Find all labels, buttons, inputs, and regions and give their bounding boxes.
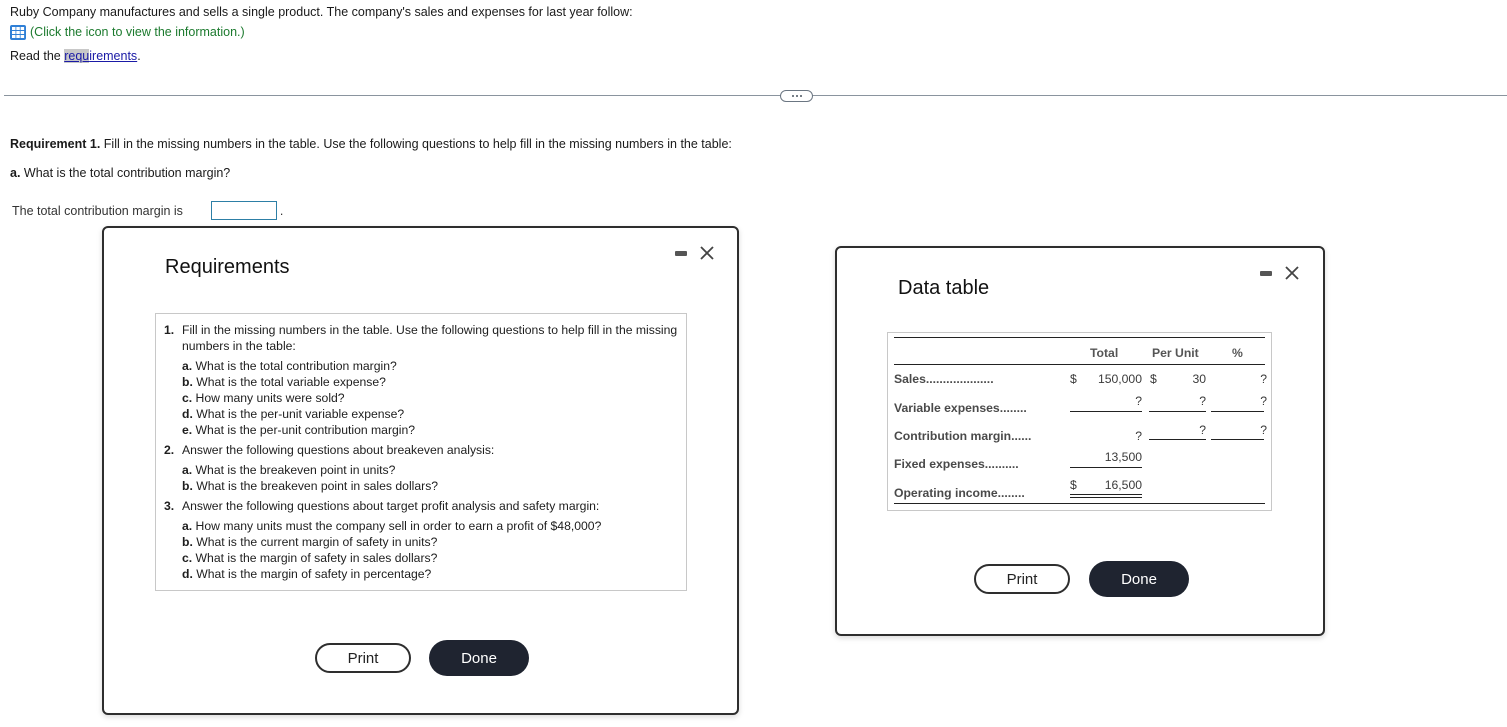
sub-question: c. What is the margin of safety in sales… xyxy=(182,551,438,565)
sales-percent: ? xyxy=(1260,372,1267,386)
double-rule xyxy=(1070,494,1142,495)
section-divider xyxy=(4,95,1507,96)
sub-question: c. How many units were sold? xyxy=(182,391,345,405)
close-icon[interactable] xyxy=(699,245,715,261)
sub-question: d. What is the margin of safety in perce… xyxy=(182,567,432,581)
contribution-margin-total: ? xyxy=(1135,429,1142,443)
data-table-print-button[interactable]: Print xyxy=(974,564,1070,594)
dollar-sign: $ xyxy=(1070,478,1077,492)
header-rule xyxy=(894,364,1265,365)
total-contribution-margin-input[interactable] xyxy=(210,201,277,220)
row-label: Operating income........ xyxy=(894,486,1025,500)
requirement-text: Answer the following questions about bre… xyxy=(182,443,495,457)
requirements-list: 1. Fill in the missing numbers in the ta… xyxy=(156,314,686,582)
sub-question: b. What is the total variable expense? xyxy=(182,375,386,389)
problem-intro: Ruby Company manufactures and sells a si… xyxy=(10,4,633,64)
sub-question: a. How many units must the company sell … xyxy=(182,519,602,533)
minimize-icon[interactable] xyxy=(1260,270,1272,276)
row-label: Variable expenses........ xyxy=(894,401,1027,415)
requirements-link-rest: irements xyxy=(89,49,138,63)
subtotal-rule xyxy=(1070,411,1142,412)
requirement-item: 3. Answer the following questions about … xyxy=(156,498,686,582)
requirement-text: Answer the following questions about tar… xyxy=(182,499,600,513)
requirement-item: 1. Fill in the missing numbers in the ta… xyxy=(156,322,686,438)
requirements-window-controls xyxy=(675,245,715,261)
requirements-link-highlight: requ xyxy=(64,49,90,63)
operating-income-total: 16,500 xyxy=(1104,478,1142,492)
table-top-rule xyxy=(894,337,1265,338)
requirement-text: Fill in the missing numbers in the table… xyxy=(182,323,678,353)
requirement-1-label: Requirement 1. xyxy=(10,137,101,151)
dollar-sign: $ xyxy=(1150,372,1157,386)
subtotal-rule xyxy=(1211,411,1264,412)
click-icon-text: (Click the icon to view the information.… xyxy=(30,25,245,39)
view-information-link[interactable]: (Click the icon to view the information.… xyxy=(10,24,633,40)
requirement-1-text: Fill in the missing numbers in the table… xyxy=(100,137,732,151)
row-label: Fixed expenses.......... xyxy=(894,457,1019,471)
sub-question: b. What is the current margin of safety … xyxy=(182,535,438,549)
double-rule xyxy=(1070,497,1142,498)
subtotal-rule xyxy=(1070,467,1142,468)
sub-question: a. What is the total contribution margin… xyxy=(182,359,397,373)
read-requirements-line: Read the requirements. xyxy=(10,48,633,64)
close-icon[interactable] xyxy=(1284,265,1300,281)
table-bottom-rule xyxy=(894,503,1265,504)
ellipsis-dot xyxy=(795,95,798,97)
ellipsis-dot xyxy=(791,95,794,97)
data-table-grid-icon[interactable] xyxy=(10,24,26,40)
problem-statement: Ruby Company manufactures and sells a si… xyxy=(10,5,633,19)
requirement-number: 1. xyxy=(164,323,175,337)
requirement-number: 2. xyxy=(164,443,175,457)
income-statement-table: Total Per Unit % Sales..................… xyxy=(887,332,1272,511)
requirements-link[interactable]: requirements xyxy=(64,49,137,63)
data-table-modal: Data table Total Per Unit % Sales.......… xyxy=(835,246,1325,636)
question-a-letter: a. xyxy=(10,166,21,180)
requirements-modal: Requirements 1. Fill in the missing numb… xyxy=(102,226,739,715)
question-a-text: What is the total contribution margin? xyxy=(20,166,231,180)
sub-question-list: a. What is the breakeven point in units?… xyxy=(182,462,686,494)
read-prefix: Read the xyxy=(10,49,65,63)
variable-expenses-total: ? xyxy=(1135,394,1142,408)
header-per-unit: Per Unit xyxy=(1152,346,1199,360)
sub-question: b. What is the breakeven point in sales … xyxy=(182,479,439,493)
contribution-margin-per-unit: ? xyxy=(1199,423,1206,437)
subtotal-rule xyxy=(1149,439,1206,440)
header-total: Total xyxy=(1090,346,1119,360)
data-table-modal-title: Data table xyxy=(898,277,990,299)
sub-question: e. What is the per-unit contribution mar… xyxy=(182,423,416,437)
answer-suffix: . xyxy=(279,203,284,218)
sales-per-unit: 30 xyxy=(1192,372,1206,386)
requirement-1-heading: Requirement 1. Fill in the missing numbe… xyxy=(10,137,732,151)
requirement-item: 2. Answer the following questions about … xyxy=(156,442,686,494)
requirements-modal-title: Requirements xyxy=(165,256,290,278)
sub-question-list: a. How many units must the company sell … xyxy=(182,518,686,582)
answer-label: The total contribution margin is xyxy=(12,203,183,218)
variable-expenses-per-unit: ? xyxy=(1199,394,1206,408)
contribution-margin-percent: ? xyxy=(1260,423,1267,437)
dollar-sign: $ xyxy=(1070,372,1077,386)
requirements-done-button[interactable]: Done xyxy=(429,640,529,676)
question-a: a. What is the total contribution margin… xyxy=(10,166,230,180)
sales-total: 150,000 xyxy=(1097,372,1142,386)
row-label: Sales.................... xyxy=(894,372,994,386)
ellipsis-dot xyxy=(799,95,802,97)
data-table-window-controls xyxy=(1260,265,1300,281)
requirements-list-box: 1. Fill in the missing numbers in the ta… xyxy=(155,313,687,591)
subtotal-rule xyxy=(1211,439,1264,440)
minimize-icon[interactable] xyxy=(675,250,687,256)
row-label: Contribution margin...... xyxy=(894,429,1032,443)
subtotal-rule xyxy=(1149,411,1206,412)
sub-question: d. What is the per-unit variable expense… xyxy=(182,407,405,421)
expand-more-button[interactable] xyxy=(780,90,813,102)
requirement-number: 3. xyxy=(164,499,175,513)
requirements-print-button[interactable]: Print xyxy=(315,643,411,673)
sub-question: a. What is the breakeven point in units? xyxy=(182,463,396,477)
header-percent: % xyxy=(1232,346,1243,360)
read-suffix: . xyxy=(137,49,141,63)
data-table-done-button[interactable]: Done xyxy=(1089,561,1189,597)
fixed-expenses-total: 13,500 xyxy=(1104,450,1142,464)
sub-question-list: a. What is the total contribution margin… xyxy=(182,358,686,438)
answer-row: The total contribution margin is . xyxy=(12,201,283,220)
variable-expenses-percent: ? xyxy=(1260,394,1267,408)
